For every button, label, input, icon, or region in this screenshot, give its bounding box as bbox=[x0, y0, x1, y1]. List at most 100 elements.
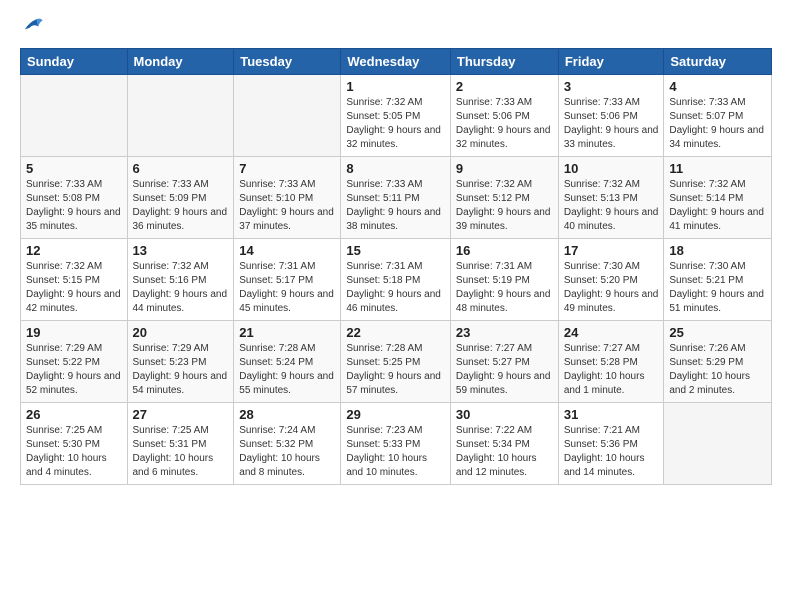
day-number: 28 bbox=[239, 407, 335, 422]
day-number: 27 bbox=[133, 407, 229, 422]
calendar-cell: 22 Sunrise: 7:28 AM Sunset: 5:25 PM Dayli… bbox=[341, 321, 451, 403]
calendar-cell: 28Sunrise: 7:24 AM Sunset: 5:32 PM Dayli… bbox=[234, 403, 341, 485]
day-info: Sunrise: 7:32 AM Sunset: 5:13 PM Dayligh… bbox=[564, 178, 659, 234]
calendar-cell: 18Sunrise: 7:30 AM Sunset: 5:21 PM Dayli… bbox=[664, 239, 772, 321]
calendar-cell: 29 Sunrise: 7:23 AM Sunset: 5:33 PM Dayli… bbox=[341, 403, 451, 485]
day-number: 21 bbox=[239, 325, 335, 340]
logo bbox=[20, 16, 44, 38]
weekday-header-friday: Friday bbox=[558, 49, 664, 75]
day-number: 5 bbox=[26, 161, 122, 176]
calendar-cell: 13 Sunrise: 7:32 AM Sunset: 5:16 PM Dayli… bbox=[127, 239, 234, 321]
weekday-header-sunday: Sunday bbox=[21, 49, 128, 75]
day-info: Sunrise: 7:29 AM Sunset: 5:23 PM Dayligh… bbox=[133, 342, 229, 398]
day-info: Sunrise: 7:27 AM Sunset: 5:27 PM Dayligh… bbox=[456, 342, 553, 398]
calendar-cell: 14Sunrise: 7:31 AM Sunset: 5:17 PM Dayli… bbox=[234, 239, 341, 321]
day-number: 29 bbox=[346, 407, 445, 422]
day-info: Sunrise: 7:32 AM Sunset: 5:05 PM Dayligh… bbox=[346, 96, 445, 152]
day-number: 19 bbox=[26, 325, 122, 340]
calendar-cell: 10 Sunrise: 7:32 AM Sunset: 5:13 PM Dayli… bbox=[558, 157, 664, 239]
page: SundayMondayTuesdayWednesdayThursdayFrid… bbox=[0, 0, 792, 612]
day-info: Sunrise: 7:32 AM Sunset: 5:12 PM Dayligh… bbox=[456, 178, 553, 234]
calendar-row-3: 12 Sunrise: 7:32 AM Sunset: 5:15 PM Dayli… bbox=[21, 239, 772, 321]
day-info: Sunrise: 7:28 AM Sunset: 5:24 PM Dayligh… bbox=[239, 342, 335, 398]
calendar-cell: 2 Sunrise: 7:33 AM Sunset: 5:06 PM Daylig… bbox=[450, 75, 558, 157]
calendar-cell: 30 Sunrise: 7:22 AM Sunset: 5:34 PM Dayli… bbox=[450, 403, 558, 485]
calendar-cell: 23 Sunrise: 7:27 AM Sunset: 5:27 PM Dayli… bbox=[450, 321, 558, 403]
day-number: 15 bbox=[346, 243, 445, 258]
weekday-header-saturday: Saturday bbox=[664, 49, 772, 75]
day-number: 8 bbox=[346, 161, 445, 176]
calendar-row-5: 26Sunrise: 7:25 AM Sunset: 5:30 PM Dayli… bbox=[21, 403, 772, 485]
day-info: Sunrise: 7:21 AM Sunset: 5:36 PM Dayligh… bbox=[564, 424, 659, 480]
calendar-cell: 7 Sunrise: 7:33 AM Sunset: 5:10 PM Daylig… bbox=[234, 157, 341, 239]
day-number: 25 bbox=[669, 325, 766, 340]
header bbox=[20, 16, 772, 38]
calendar-cell: 9 Sunrise: 7:32 AM Sunset: 5:12 PM Daylig… bbox=[450, 157, 558, 239]
day-info: Sunrise: 7:33 AM Sunset: 5:06 PM Dayligh… bbox=[456, 96, 553, 152]
calendar-cell: 16Sunrise: 7:31 AM Sunset: 5:19 PM Dayli… bbox=[450, 239, 558, 321]
calendar-row-4: 19Sunrise: 7:29 AM Sunset: 5:22 PM Dayli… bbox=[21, 321, 772, 403]
day-info: Sunrise: 7:33 AM Sunset: 5:09 PM Dayligh… bbox=[133, 178, 229, 234]
calendar-cell: 11 Sunrise: 7:32 AM Sunset: 5:14 PM Dayli… bbox=[664, 157, 772, 239]
calendar-cell: 1Sunrise: 7:32 AM Sunset: 5:05 PM Daylig… bbox=[341, 75, 451, 157]
day-number: 17 bbox=[564, 243, 659, 258]
day-info: Sunrise: 7:31 AM Sunset: 5:18 PM Dayligh… bbox=[346, 260, 445, 316]
day-info: Sunrise: 7:33 AM Sunset: 5:06 PM Dayligh… bbox=[564, 96, 659, 152]
calendar-cell: 8 Sunrise: 7:33 AM Sunset: 5:11 PM Daylig… bbox=[341, 157, 451, 239]
calendar-cell: 27 Sunrise: 7:25 AM Sunset: 5:31 PM Dayli… bbox=[127, 403, 234, 485]
calendar-cell: 15 Sunrise: 7:31 AM Sunset: 5:18 PM Dayli… bbox=[341, 239, 451, 321]
day-info: Sunrise: 7:25 AM Sunset: 5:31 PM Dayligh… bbox=[133, 424, 229, 480]
day-info: Sunrise: 7:25 AM Sunset: 5:30 PM Dayligh… bbox=[26, 424, 122, 480]
weekday-header-thursday: Thursday bbox=[450, 49, 558, 75]
day-info: Sunrise: 7:32 AM Sunset: 5:16 PM Dayligh… bbox=[133, 260, 229, 316]
day-number: 4 bbox=[669, 79, 766, 94]
day-info: Sunrise: 7:33 AM Sunset: 5:11 PM Dayligh… bbox=[346, 178, 445, 234]
day-info: Sunrise: 7:30 AM Sunset: 5:20 PM Dayligh… bbox=[564, 260, 659, 316]
calendar-cell: 20Sunrise: 7:29 AM Sunset: 5:23 PM Dayli… bbox=[127, 321, 234, 403]
calendar-cell: 17 Sunrise: 7:30 AM Sunset: 5:20 PM Dayli… bbox=[558, 239, 664, 321]
day-info: Sunrise: 7:33 AM Sunset: 5:10 PM Dayligh… bbox=[239, 178, 335, 234]
day-number: 31 bbox=[564, 407, 659, 422]
day-number: 30 bbox=[456, 407, 553, 422]
day-number: 9 bbox=[456, 161, 553, 176]
day-info: Sunrise: 7:22 AM Sunset: 5:34 PM Dayligh… bbox=[456, 424, 553, 480]
calendar-cell: 25 Sunrise: 7:26 AM Sunset: 5:29 PM Dayli… bbox=[664, 321, 772, 403]
calendar-cell: 4 Sunrise: 7:33 AM Sunset: 5:07 PM Daylig… bbox=[664, 75, 772, 157]
calendar-cell bbox=[234, 75, 341, 157]
day-number: 6 bbox=[133, 161, 229, 176]
day-number: 11 bbox=[669, 161, 766, 176]
calendar-cell: 5 Sunrise: 7:33 AM Sunset: 5:08 PM Daylig… bbox=[21, 157, 128, 239]
day-info: Sunrise: 7:23 AM Sunset: 5:33 PM Dayligh… bbox=[346, 424, 445, 480]
calendar-cell: 6 Sunrise: 7:33 AM Sunset: 5:09 PM Daylig… bbox=[127, 157, 234, 239]
calendar-cell bbox=[21, 75, 128, 157]
day-info: Sunrise: 7:28 AM Sunset: 5:25 PM Dayligh… bbox=[346, 342, 445, 398]
weekday-header-monday: Monday bbox=[127, 49, 234, 75]
day-number: 12 bbox=[26, 243, 122, 258]
calendar-cell: 26Sunrise: 7:25 AM Sunset: 5:30 PM Dayli… bbox=[21, 403, 128, 485]
day-number: 18 bbox=[669, 243, 766, 258]
day-number: 14 bbox=[239, 243, 335, 258]
day-number: 13 bbox=[133, 243, 229, 258]
day-info: Sunrise: 7:26 AM Sunset: 5:29 PM Dayligh… bbox=[669, 342, 766, 398]
calendar-row-1: 1Sunrise: 7:32 AM Sunset: 5:05 PM Daylig… bbox=[21, 75, 772, 157]
day-number: 7 bbox=[239, 161, 335, 176]
day-info: Sunrise: 7:31 AM Sunset: 5:19 PM Dayligh… bbox=[456, 260, 553, 316]
calendar-cell bbox=[664, 403, 772, 485]
calendar-cell: 12 Sunrise: 7:32 AM Sunset: 5:15 PM Dayli… bbox=[21, 239, 128, 321]
day-info: Sunrise: 7:33 AM Sunset: 5:07 PM Dayligh… bbox=[669, 96, 766, 152]
calendar-row-2: 5 Sunrise: 7:33 AM Sunset: 5:08 PM Daylig… bbox=[21, 157, 772, 239]
calendar-cell: 19Sunrise: 7:29 AM Sunset: 5:22 PM Dayli… bbox=[21, 321, 128, 403]
day-number: 3 bbox=[564, 79, 659, 94]
day-number: 22 bbox=[346, 325, 445, 340]
day-number: 10 bbox=[564, 161, 659, 176]
day-number: 23 bbox=[456, 325, 553, 340]
day-number: 24 bbox=[564, 325, 659, 340]
calendar-cell: 3 Sunrise: 7:33 AM Sunset: 5:06 PM Daylig… bbox=[558, 75, 664, 157]
day-info: Sunrise: 7:32 AM Sunset: 5:15 PM Dayligh… bbox=[26, 260, 122, 316]
day-number: 2 bbox=[456, 79, 553, 94]
calendar-cell bbox=[127, 75, 234, 157]
weekday-header-wednesday: Wednesday bbox=[341, 49, 451, 75]
calendar-cell: 31 Sunrise: 7:21 AM Sunset: 5:36 PM Dayli… bbox=[558, 403, 664, 485]
day-info: Sunrise: 7:32 AM Sunset: 5:14 PM Dayligh… bbox=[669, 178, 766, 234]
day-info: Sunrise: 7:33 AM Sunset: 5:08 PM Dayligh… bbox=[26, 178, 122, 234]
